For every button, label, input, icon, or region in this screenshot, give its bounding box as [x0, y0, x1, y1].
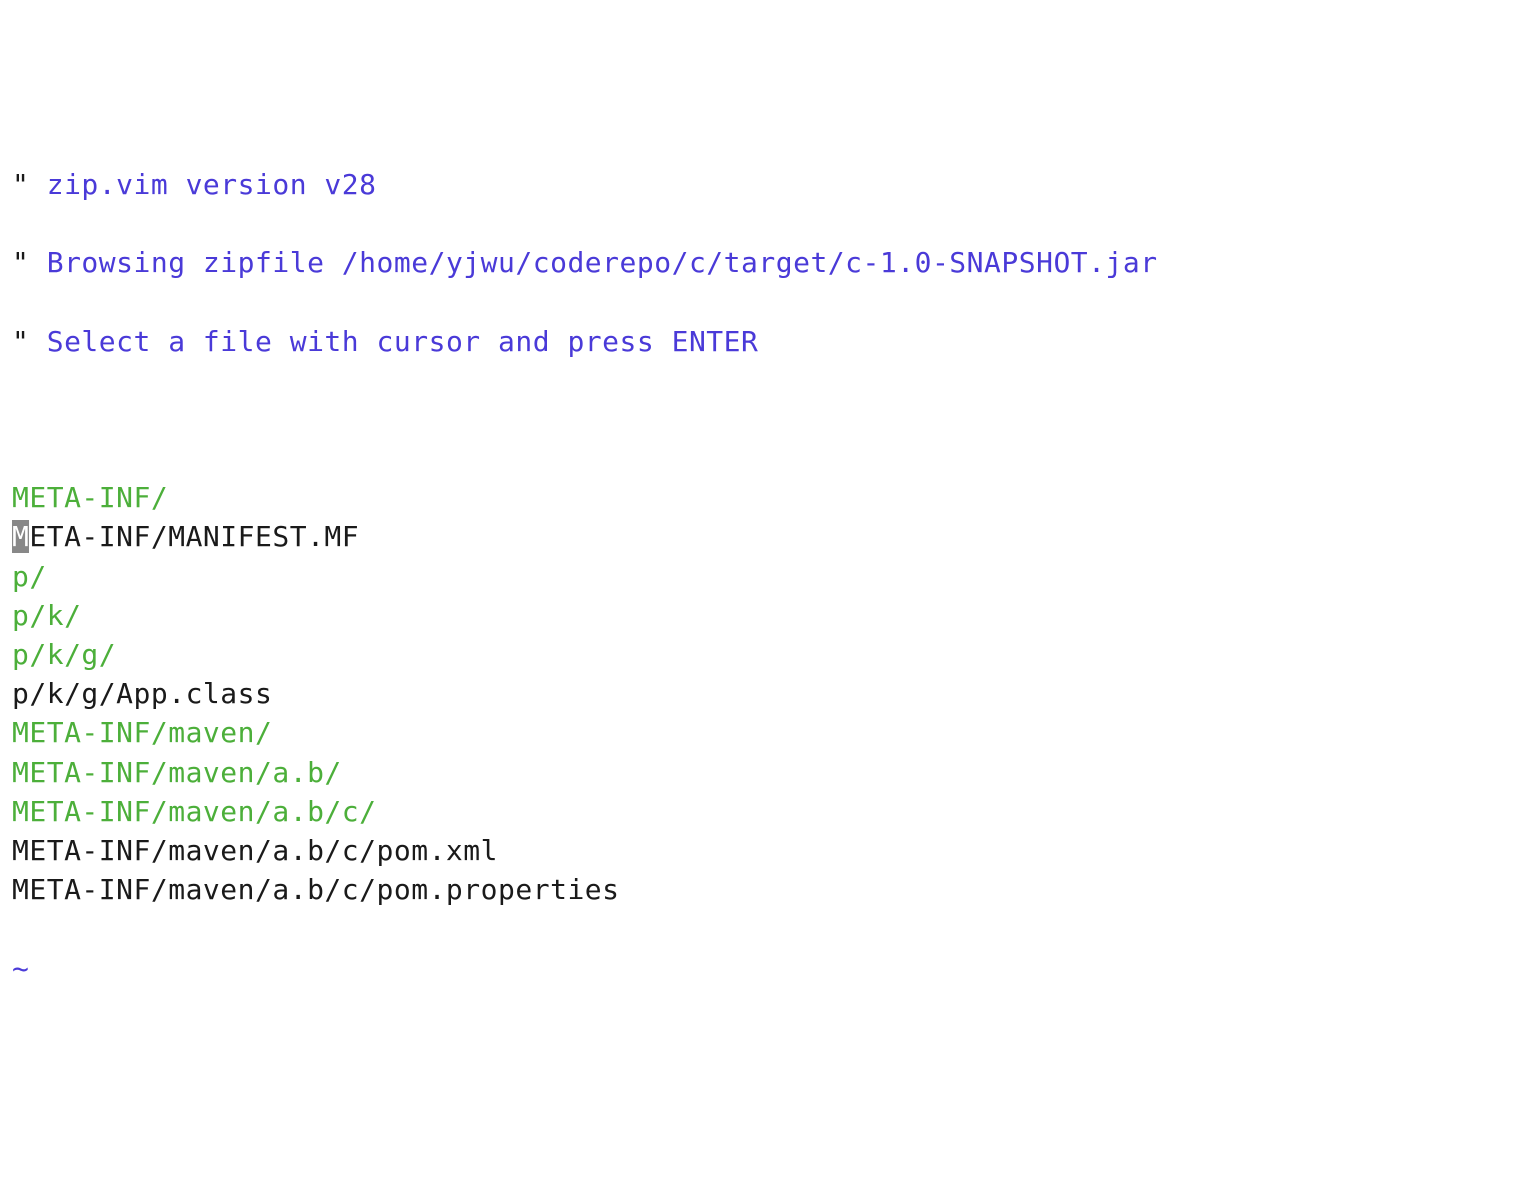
entry-text: ETA-INF/MANIFEST.MF: [29, 520, 359, 553]
zip-entry-file[interactable]: p/k/g/App.class: [12, 674, 1528, 713]
cursor-position: M: [12, 520, 29, 553]
comment-text: Browsing zipfile /home/yjwu/coderepo/c/t…: [29, 246, 1157, 279]
comment-line-2: " Browsing zipfile /home/yjwu/coderepo/c…: [12, 243, 1528, 282]
zip-entry-file[interactable]: META-INF/MANIFEST.MF: [12, 517, 1528, 556]
quote-mark: ": [12, 246, 29, 279]
comment-text: Select a file with cursor and press ENTE…: [29, 325, 758, 358]
zip-entry-directory[interactable]: META-INF/maven/: [12, 713, 1528, 752]
comment-text: zip.vim version v28: [29, 168, 376, 201]
tilde-line: ~: [12, 949, 1528, 988]
zip-entry-directory[interactable]: p/k/g/: [12, 635, 1528, 674]
quote-mark: ": [12, 168, 29, 201]
zip-entry-directory[interactable]: p/: [12, 557, 1528, 596]
zip-entry-directory[interactable]: META-INF/maven/a.b/c/: [12, 792, 1528, 831]
comment-line-3: " Select a file with cursor and press EN…: [12, 322, 1528, 361]
zip-entry-file[interactable]: META-INF/maven/a.b/c/pom.properties: [12, 870, 1528, 909]
zip-entry-directory[interactable]: p/k/: [12, 596, 1528, 635]
comment-line-1: " zip.vim version v28: [12, 165, 1528, 204]
zip-entry-directory[interactable]: META-INF/: [12, 478, 1528, 517]
zip-entry-directory[interactable]: META-INF/maven/a.b/: [12, 753, 1528, 792]
quote-mark: ": [12, 325, 29, 358]
blank-line: [12, 400, 1528, 439]
zip-entry-file[interactable]: META-INF/maven/a.b/c/pom.xml: [12, 831, 1528, 870]
